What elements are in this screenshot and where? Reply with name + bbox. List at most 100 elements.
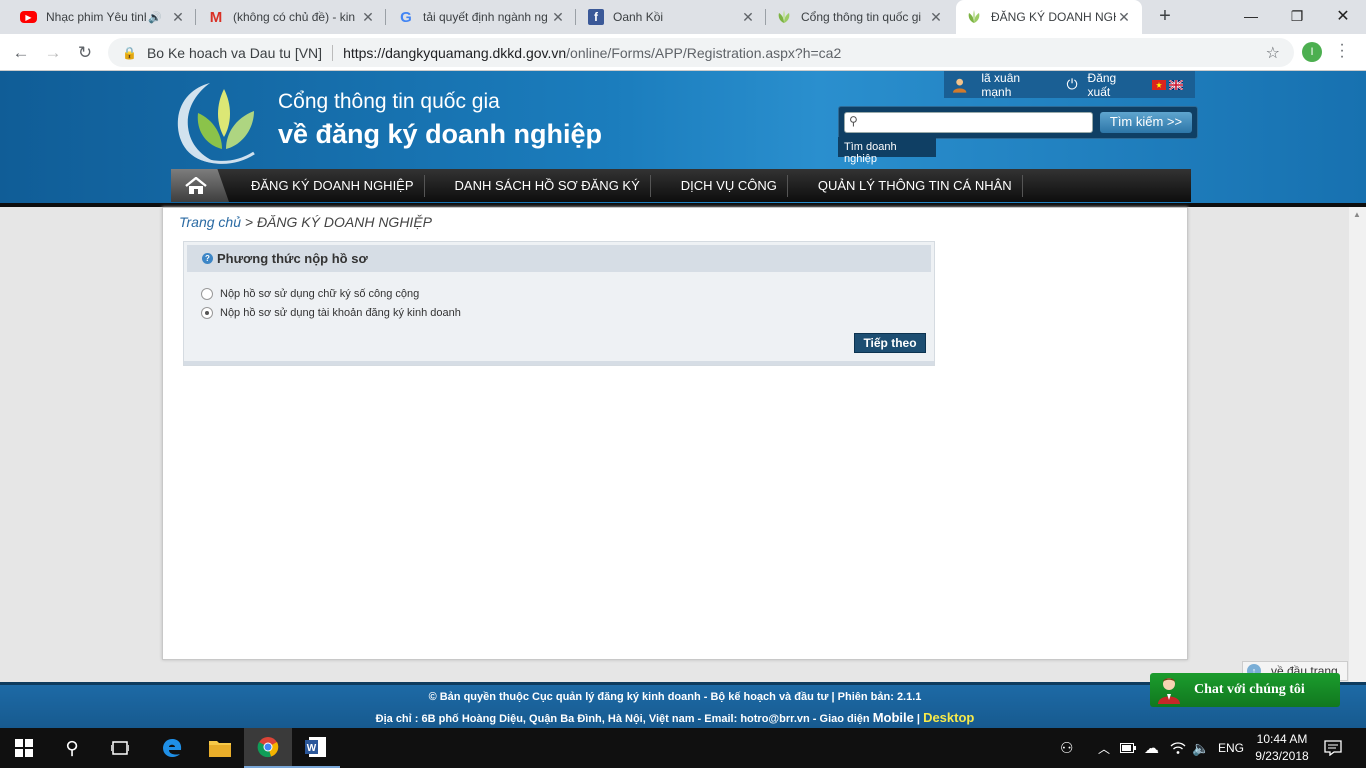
portal-logo-icon <box>776 9 792 25</box>
nav-business-registration[interactable]: ĐĂNG KÝ DOANH NGHIỆP <box>229 178 424 193</box>
content-area: Trang chủ > ĐĂNG KÝ DOANH NGHIỆP ? Phươn… <box>162 207 1188 660</box>
close-icon[interactable]: ✕ <box>928 9 944 26</box>
home-nav-button[interactable] <box>171 169 229 202</box>
brand-title-line2: về đăng ký doanh nghiệp <box>278 119 603 149</box>
next-button[interactable]: Tiếp theo <box>854 333 926 353</box>
copyright-text: © Bản quyền thuộc Cục quản lý đăng ký ki… <box>428 691 922 703</box>
user-bar: lã xuân mạnh ⏻ Đăng xuất <box>944 71 1140 99</box>
url-host: https://dangkyquamang.dkkd.gov.vn <box>343 44 567 61</box>
panel-header: ? Phương thức nộp hồ sơ <box>187 245 931 272</box>
breadcrumb: Trang chủ > ĐĂNG KÝ DOANH NGHIỆP <box>179 214 432 230</box>
option-label: Nộp hồ sơ sử dụng tài khoản đăng ký kinh… <box>220 307 461 319</box>
nav-public-services[interactable]: DỊCH VỤ CÔNG <box>651 178 787 193</box>
support-agent-icon <box>1158 678 1180 704</box>
site-header: Cổng thông tin quốc gia về đăng ký doanh… <box>0 71 1366 203</box>
system-clock[interactable]: 10:44 AM 9/23/2018 <box>1252 731 1312 765</box>
user-name-link[interactable]: lã xuân mạnh <box>981 71 1050 99</box>
nav-personal-info[interactable]: QUẢN LÝ THÔNG TIN CÁ NHÂN <box>788 178 1022 193</box>
edge-browser-icon[interactable] <box>148 728 196 768</box>
battery-icon[interactable] <box>1120 728 1136 768</box>
people-icon[interactable]: ⚇ <box>1060 728 1073 768</box>
new-tab-button[interactable]: + <box>1153 5 1177 29</box>
address-bar[interactable]: 🔒 Bo Ke hoach va Dau tu [VN] https://dan… <box>108 38 1294 67</box>
scroll-up-icon[interactable]: ▲ <box>1353 210 1361 219</box>
action-center-icon[interactable] <box>1324 728 1342 768</box>
forward-button[interactable]: → <box>40 40 66 66</box>
reload-button[interactable]: ↻ <box>72 40 98 66</box>
vietnam-flag-icon[interactable] <box>1152 79 1166 90</box>
browser-tab-strip: ▶ Nhạc phim Yêu tinh 🔊 ✕ M (không có chủ… <box>0 0 1366 34</box>
business-search-input[interactable] <box>844 112 1093 133</box>
language-switcher <box>1140 71 1195 98</box>
page-scrollbar[interactable]: ▲ ▼ <box>1349 207 1366 728</box>
power-icon: ⏻ <box>1066 76 1078 92</box>
desktop-view-link[interactable]: Desktop <box>923 710 974 725</box>
tab-gmail[interactable]: M (không có chủ đề) - kin ✕ <box>198 0 386 34</box>
close-window-button[interactable]: ✕ <box>1320 0 1366 32</box>
radio-digital-signature[interactable] <box>201 288 213 300</box>
user-icon <box>952 78 967 93</box>
volume-icon[interactable]: 🔈 <box>1192 728 1209 768</box>
radio-business-account[interactable] <box>201 307 213 319</box>
business-search: ⚲ Tìm kiếm >> <box>838 106 1198 139</box>
close-icon[interactable]: ✕ <box>360 9 376 26</box>
browser-menu-icon[interactable]: · · · <box>1336 37 1348 65</box>
email-link[interactable]: hotro@brr.vn <box>740 713 809 725</box>
url-path: /online/Forms/APP/Registration.aspx?h=ca… <box>566 44 842 61</box>
close-icon[interactable]: ✕ <box>550 9 566 26</box>
chrome-taskbar-icon[interactable] <box>244 728 292 768</box>
tab-title: ĐĂNG KÝ DOANH NGH <box>991 10 1116 24</box>
help-icon: ? <box>202 253 213 264</box>
option-business-account[interactable]: Nộp hồ sơ sử dụng tài khoản đăng ký kinh… <box>201 307 461 319</box>
browser-toolbar: ← → ↻ 🔒 Bo Ke hoach va Dau tu [VN] https… <box>0 34 1366 71</box>
mobile-view-link[interactable]: Mobile <box>873 710 914 725</box>
input-language[interactable]: ENG <box>1218 728 1244 768</box>
close-icon[interactable]: ✕ <box>170 9 186 26</box>
youtube-icon: ▶ <box>20 11 37 23</box>
logout-link[interactable]: Đăng xuất <box>1088 71 1140 99</box>
close-icon[interactable]: ✕ <box>740 9 756 26</box>
bookmark-star-icon[interactable]: ☆ <box>1266 43 1280 63</box>
site-identity: Bo Ke hoach va Dau tu [VN] <box>146 44 323 61</box>
submission-method-panel: ? Phương thức nộp hồ sơ Nộp hồ sơ sử dụn… <box>183 241 935 366</box>
home-icon <box>185 176 207 194</box>
windows-start-icon[interactable] <box>0 728 48 768</box>
tab-portal[interactable]: Cổng thông tin quốc gi ✕ <box>766 0 954 34</box>
option-digital-signature[interactable]: Nộp hồ sơ sử dụng chữ ký số công cộng <box>201 288 419 300</box>
file-explorer-icon[interactable] <box>196 728 244 768</box>
search-icon[interactable]: ⚲ <box>48 728 96 768</box>
word-taskbar-icon[interactable]: W <box>292 728 340 768</box>
tab-title: Cổng thông tin quốc gi <box>801 10 922 24</box>
restore-button[interactable]: ❐ <box>1274 0 1320 32</box>
option-label: Nộp hồ sơ sử dụng chữ ký số công cộng <box>220 288 420 300</box>
main-nav: ĐĂNG KÝ DOANH NGHIỆP DANH SÁCH HỒ SƠ ĐĂN… <box>171 169 1191 202</box>
search-icon: ⚲ <box>849 114 858 128</box>
tab-title: (không có chủ đề) - kin <box>233 10 356 24</box>
breadcrumb-home-link[interactable]: Trang chủ <box>179 214 241 230</box>
nav-registration-list[interactable]: DANH SÁCH HỒ SƠ ĐĂNG KÝ <box>425 178 650 193</box>
site-logo-icon[interactable] <box>172 79 268 167</box>
back-button[interactable]: ← <box>8 40 34 66</box>
chat-widget-button[interactable]: Chat với chúng tôi <box>1150 673 1340 707</box>
breadcrumb-current: ĐĂNG KÝ DOANH NGHIỆP <box>256 214 432 230</box>
tab-facebook[interactable]: f Oanh Kồi ✕ <box>578 0 766 34</box>
gmail-icon: M <box>209 8 223 26</box>
wifi-icon[interactable] <box>1170 728 1186 768</box>
onedrive-cloud-icon[interactable]: ☁ <box>1144 728 1159 768</box>
speaker-icon: 🔊 <box>148 11 162 24</box>
tab-youtube[interactable]: ▶ Nhạc phim Yêu tinh 🔊 ✕ <box>10 0 196 34</box>
page-viewport: Cổng thông tin quốc gia về đăng ký doanh… <box>0 71 1366 728</box>
minimize-button[interactable]: — <box>1228 0 1274 32</box>
uk-flag-icon[interactable] <box>1169 79 1183 90</box>
profile-avatar[interactable]: I <box>1302 42 1322 62</box>
search-button[interactable]: Tìm kiếm >> <box>1100 112 1192 133</box>
search-hint-label: Tìm doanh nghiệp <box>838 137 936 165</box>
tab-google[interactable]: G tải quyết định ngành ng ✕ <box>388 0 576 34</box>
chevron-up-icon[interactable]: ︿ <box>1098 728 1110 768</box>
footer-address: Địa chỉ : 6B phố Hoàng Diệu, Quận Ba Đìn… <box>375 710 975 725</box>
task-view-icon[interactable] <box>96 728 144 768</box>
tab-title: Oanh Kồi <box>613 10 664 24</box>
tab-registration-active[interactable]: ĐĂNG KÝ DOANH NGH ✕ <box>956 0 1142 34</box>
google-icon: G <box>400 8 412 26</box>
close-icon[interactable]: ✕ <box>1116 9 1132 26</box>
